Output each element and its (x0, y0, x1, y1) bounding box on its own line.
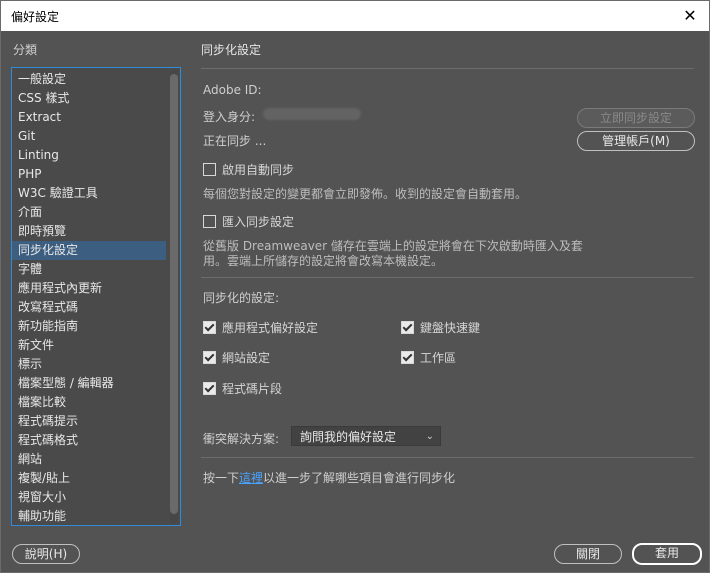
preferences-dialog: 偏好設定 ✕ 分類 一般設定 CSS 樣式 Extract Git Linting PHP… (0, 0, 710, 573)
snippets-label: 程式碼片段 (222, 382, 283, 396)
category-item[interactable]: 即時預覽 (12, 222, 166, 241)
category-item[interactable]: 網站 (12, 450, 166, 469)
site-settings-label: 網站設定 (222, 351, 271, 365)
category-item[interactable]: 檔案比較 (12, 393, 166, 412)
category-item[interactable]: Extract (12, 108, 166, 127)
category-item[interactable]: 同步化設定 (12, 241, 166, 260)
adobe-id-label: Adobe ID: (203, 83, 262, 97)
manage-account-button[interactable]: 管理帳戶(M) (577, 131, 695, 151)
category-item[interactable]: 視窗大小 (12, 488, 166, 507)
category-item[interactable]: 字體 (12, 260, 166, 279)
import-sync-checkbox[interactable]: 匯入同步設定 (203, 213, 294, 230)
category-item[interactable]: 程式碼提示 (12, 412, 166, 431)
site-settings-checkbox[interactable]: 網站設定 (203, 349, 270, 366)
snippets-box[interactable] (203, 382, 216, 395)
category-item[interactable]: 介面 (12, 203, 166, 222)
category-item[interactable]: 應用程式內更新 (12, 279, 166, 298)
keyboard-shortcuts-checkbox[interactable]: 鍵盤快速鍵 (401, 319, 480, 336)
import-sync-description: 從舊版 Dreamweaver 儲存在雲端上的設定將會在下次啟動時匯入及套用。雲… (203, 239, 583, 268)
category-item[interactable]: Linting (12, 146, 166, 165)
close-button[interactable]: 關閉 (554, 544, 622, 564)
workspace-box[interactable] (401, 351, 414, 364)
app-prefs-label: 應用程式偏好設定 (222, 321, 319, 335)
divider (201, 457, 694, 458)
conflict-resolution-select[interactable]: 詢問我的偏好設定 ⌄ (291, 426, 441, 446)
category-item[interactable]: 新功能指南 (12, 317, 166, 336)
category-item[interactable]: 新文件 (12, 336, 166, 355)
login-label: 登入身分: (203, 110, 256, 124)
conflict-resolution-value: 詢問我的偏好設定 (300, 430, 397, 444)
category-items: 一般設定 CSS 樣式 Extract Git Linting PHP W3C 驗證工具 介面… (12, 68, 180, 525)
apply-button[interactable]: 套用 (632, 543, 702, 565)
divider (201, 277, 694, 278)
account-email-redacted (263, 108, 361, 120)
category-item[interactable]: 複製/貼上 (12, 469, 166, 488)
category-item[interactable]: 程式碼格式 (12, 431, 166, 450)
learn-more-text: 按一下這裡以進一步了解哪些項目會進行同步化 (203, 469, 455, 486)
category-item[interactable]: 檔案型態 / 編輯器 (12, 374, 166, 393)
category-item[interactable]: 改寫程式碼 (12, 298, 166, 317)
category-item[interactable]: 標示 (12, 355, 166, 374)
learn-more-suffix: 以進一步了解哪些項目會進行同步化 (263, 471, 456, 485)
category-item[interactable]: 一般設定 (12, 70, 166, 89)
category-item[interactable]: PHP (12, 165, 166, 184)
chevron-down-icon: ⌄ (425, 431, 434, 442)
help-button[interactable]: 說明(H) (12, 544, 80, 564)
category-item[interactable]: Git (12, 127, 166, 146)
sync-now-button[interactable]: 立即同步設定 (577, 108, 695, 128)
category-item[interactable]: CSS 樣式 (12, 89, 166, 108)
auto-sync-box[interactable] (203, 163, 216, 176)
workspace-label: 工作區 (420, 351, 457, 365)
category-item[interactable]: W3C 驗證工具 (12, 184, 166, 203)
category-list[interactable]: 一般設定 CSS 樣式 Extract Git Linting PHP W3C 驗證工具 介面… (11, 67, 181, 526)
title-bar: 偏好設定 ✕ (1, 1, 709, 31)
learn-more-link[interactable]: 這裡 (239, 471, 263, 485)
snippets-checkbox[interactable]: 程式碼片段 (203, 380, 282, 397)
syncing-status: 正在同步 ... (203, 134, 267, 148)
import-sync-label: 匯入同步設定 (222, 215, 295, 229)
site-settings-box[interactable] (203, 351, 216, 364)
app-prefs-box[interactable] (203, 321, 216, 334)
workspace-checkbox[interactable]: 工作區 (401, 349, 456, 366)
categories-heading: 分類 (13, 43, 38, 57)
divider (201, 68, 694, 69)
category-scrollbar-thumb[interactable] (170, 74, 178, 514)
keyboard-shortcuts-box[interactable] (401, 321, 414, 334)
learn-more-prefix: 按一下 (203, 471, 240, 485)
keyboard-shortcuts-label: 鍵盤快速鍵 (420, 321, 481, 335)
sync-settings-label: 同步化的設定: (203, 291, 280, 305)
section-title: 同步化設定 (201, 43, 262, 57)
auto-sync-checkbox[interactable]: 啟用自動同步 (203, 161, 294, 178)
category-item[interactable]: 輔助功能 (12, 507, 166, 525)
auto-sync-label: 啟用自動同步 (222, 163, 295, 177)
close-icon[interactable]: ✕ (679, 5, 701, 27)
auto-sync-description: 每個您對設定的變更都會立即發佈。收到的設定會自動套用。 (203, 187, 528, 201)
import-sync-box[interactable] (203, 215, 216, 228)
app-prefs-checkbox[interactable]: 應用程式偏好設定 (203, 319, 318, 336)
conflict-label: 衝突解決方案: (203, 432, 280, 446)
window-title: 偏好設定 (11, 10, 60, 24)
